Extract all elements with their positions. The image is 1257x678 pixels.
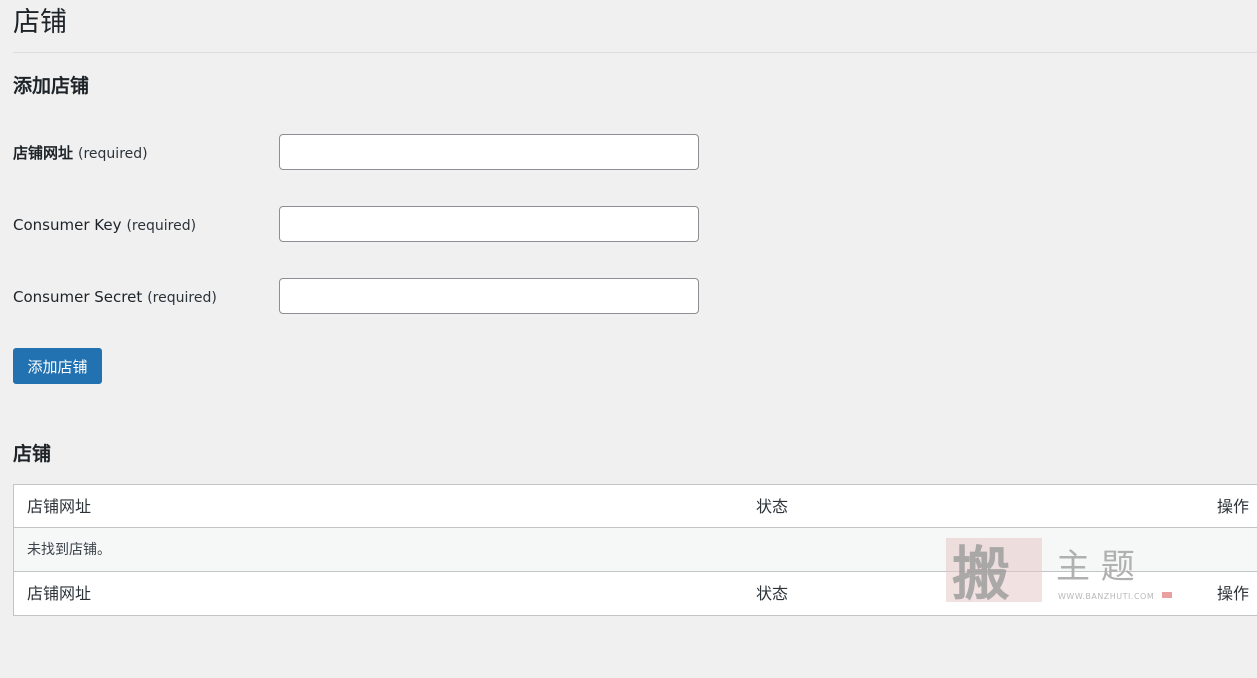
- empty-message: 未找到店铺。: [27, 542, 111, 558]
- add-store-button[interactable]: 添加店铺: [13, 348, 102, 384]
- table-row: 未找到店铺。: [14, 528, 1257, 572]
- consumer-secret-label: Consumer Secret (required): [13, 287, 217, 308]
- consumer-secret-input[interactable]: [279, 278, 699, 314]
- consumer-key-input[interactable]: [279, 206, 699, 242]
- store-url-label: 店铺网址 (required): [13, 143, 148, 164]
- column-footer-store-url[interactable]: 店铺网址: [27, 572, 91, 615]
- column-footer-actions: 操作: [1217, 584, 1250, 603]
- required-note: (required): [126, 218, 197, 234]
- consumer-key-label: Consumer Key (required): [13, 215, 196, 236]
- column-header-store-url[interactable]: 店铺网址: [27, 485, 91, 528]
- page-title: 店铺: [13, 7, 67, 38]
- stores-table: 店铺网址 状态 操作 未找到店铺。 店铺网址 状态 操作: [13, 484, 1257, 616]
- required-note: (required): [78, 146, 148, 162]
- page-root: 店铺 添加店铺 店铺网址 (required) Consumer Key (requ…: [0, 0, 1257, 678]
- add-store-heading: 添加店铺: [13, 75, 90, 97]
- required-note: (required): [147, 290, 217, 306]
- column-footer-status[interactable]: 状态: [756, 572, 788, 615]
- column-header-actions: 操作: [1217, 497, 1250, 516]
- store-url-input[interactable]: [279, 134, 699, 170]
- table-header-row: 店铺网址 状态 操作: [14, 485, 1257, 528]
- column-header-status[interactable]: 状态: [756, 485, 788, 528]
- consumer-key-label-text: Consumer Key: [13, 216, 122, 234]
- stores-heading: 店铺: [13, 443, 52, 465]
- table-footer-row: 店铺网址 状态 操作: [14, 572, 1257, 615]
- store-url-label-text: 店铺网址: [13, 144, 74, 162]
- consumer-secret-label-text: Consumer Secret: [13, 288, 143, 306]
- title-divider: [13, 52, 1257, 53]
